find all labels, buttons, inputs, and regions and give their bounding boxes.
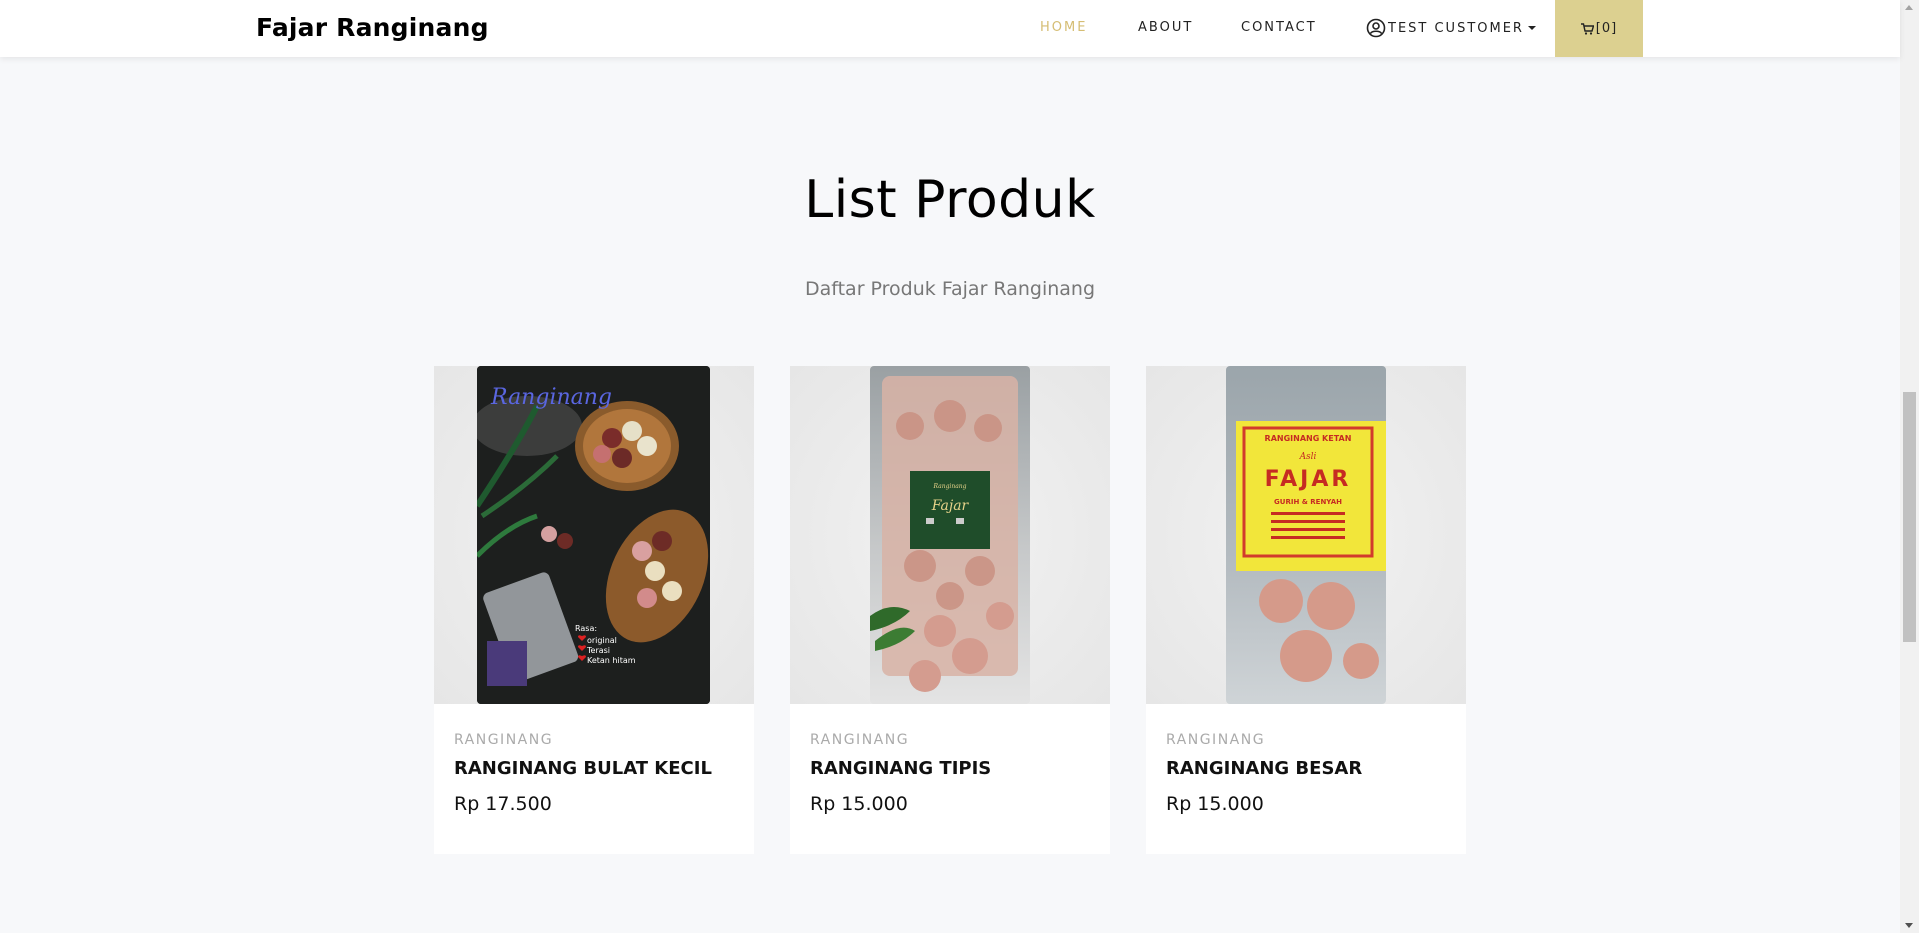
user-name-label: Test Customer [1388,20,1524,36]
product-price: Rp 17.500 [454,793,552,815]
nav-contact-link[interactable]: Contact [1241,20,1317,35]
image-flavor-2: Terasi [586,646,610,655]
image-script-text: Ranginang [490,385,612,410]
product-name-link[interactable]: RANGINANG TIPIS [810,758,1090,779]
product-photo-ranginang-besar: RANGINANG KETAN Asli FAJAR GURIH & RENYA… [1236,421,1386,682]
cart-count: [0] [1595,21,1618,36]
svg-text:Asli: Asli [1299,452,1317,462]
product-name-link[interactable]: RANGINANG BESAR [1166,758,1446,779]
caret-down-icon [1527,26,1536,30]
page-scrollbar[interactable] [1900,0,1919,933]
product-category: RANGINANG [810,732,910,748]
svg-text:Ranginang: Ranginang [932,483,966,490]
product-image-frame[interactable]: RANGINANG KETAN Asli FAJAR GURIH & RENYA… [1146,366,1466,704]
product-card-body: RANGINANG RANGINANG BESAR Rp 15.000 [1166,732,1446,815]
cart-button[interactable]: [0] [1555,0,1643,57]
product-card-body: RANGINANG RANGINANG BULAT KECIL Rp 17.50… [454,732,734,815]
user-circle-icon [1366,18,1386,38]
product-card[interactable]: Ranginang Rasa: original Terasi Ketan hi… [434,366,754,854]
image-flavor-1: original [587,636,617,645]
product-category: RANGINANG [454,732,554,748]
product-card[interactable]: RANGINANG KETAN Asli FAJAR GURIH & RENYA… [1146,366,1466,854]
product-image: Ranginang Rasa: original Terasi Ketan hi… [477,366,710,704]
cart-icon [1580,22,1594,35]
user-menu-dropdown[interactable]: Test Customer [1366,18,1536,38]
image-top-label: RANGINANG KETAN [1265,434,1352,443]
section-title: List Produk [804,170,1096,230]
product-card-body: RANGINANG RANGINANG TIPIS Rp 15.000 [810,732,1090,815]
product-photo-ranginang-tipis: Ranginang Fajar [870,376,1018,692]
product-image-frame[interactable]: Ranginang Rasa: original Terasi Ketan hi… [434,366,754,704]
product-name-link[interactable]: RANGINANG BULAT KECIL [454,758,734,779]
product-price: Rp 15.000 [1166,793,1264,815]
scroll-up-arrow-icon[interactable] [1905,5,1913,10]
product-image-frame[interactable]: Ranginang Fajar [790,366,1110,704]
product-photo-ranginang-bulat-kecil: Ranginang Rasa: original Terasi Ketan hi… [477,366,710,704]
brand-logo[interactable]: Fajar Ranginang [256,13,489,42]
image-fajar-label: Fajar [931,498,970,514]
product-card[interactable]: Ranginang Fajar RANGINANG RANGINANG TIPI… [790,366,1110,854]
nav-home-link[interactable]: Home [1040,20,1087,35]
product-price: Rp 15.000 [810,793,908,815]
image-flavor-3: Ketan hitam [587,656,636,665]
product-image: Ranginang Fajar [870,366,1030,704]
product-image: RANGINANG KETAN Asli FAJAR GURIH & RENYA… [1226,366,1386,704]
scrollbar-thumb[interactable] [1903,392,1916,642]
product-category: RANGINANG [1166,732,1266,748]
navbar: Fajar Ranginang Home About Contact Test … [0,0,1900,57]
image-rasa-label: Rasa: [575,624,597,633]
scroll-down-arrow-icon[interactable] [1905,923,1913,928]
image-fajar-label: FAJAR [1265,467,1352,492]
nav-about-link[interactable]: About [1138,20,1193,35]
svg-text:GURIH & RENYAH: GURIH & RENYAH [1274,498,1342,506]
section-subtitle: Daftar Produk Fajar Ranginang [804,278,1096,300]
